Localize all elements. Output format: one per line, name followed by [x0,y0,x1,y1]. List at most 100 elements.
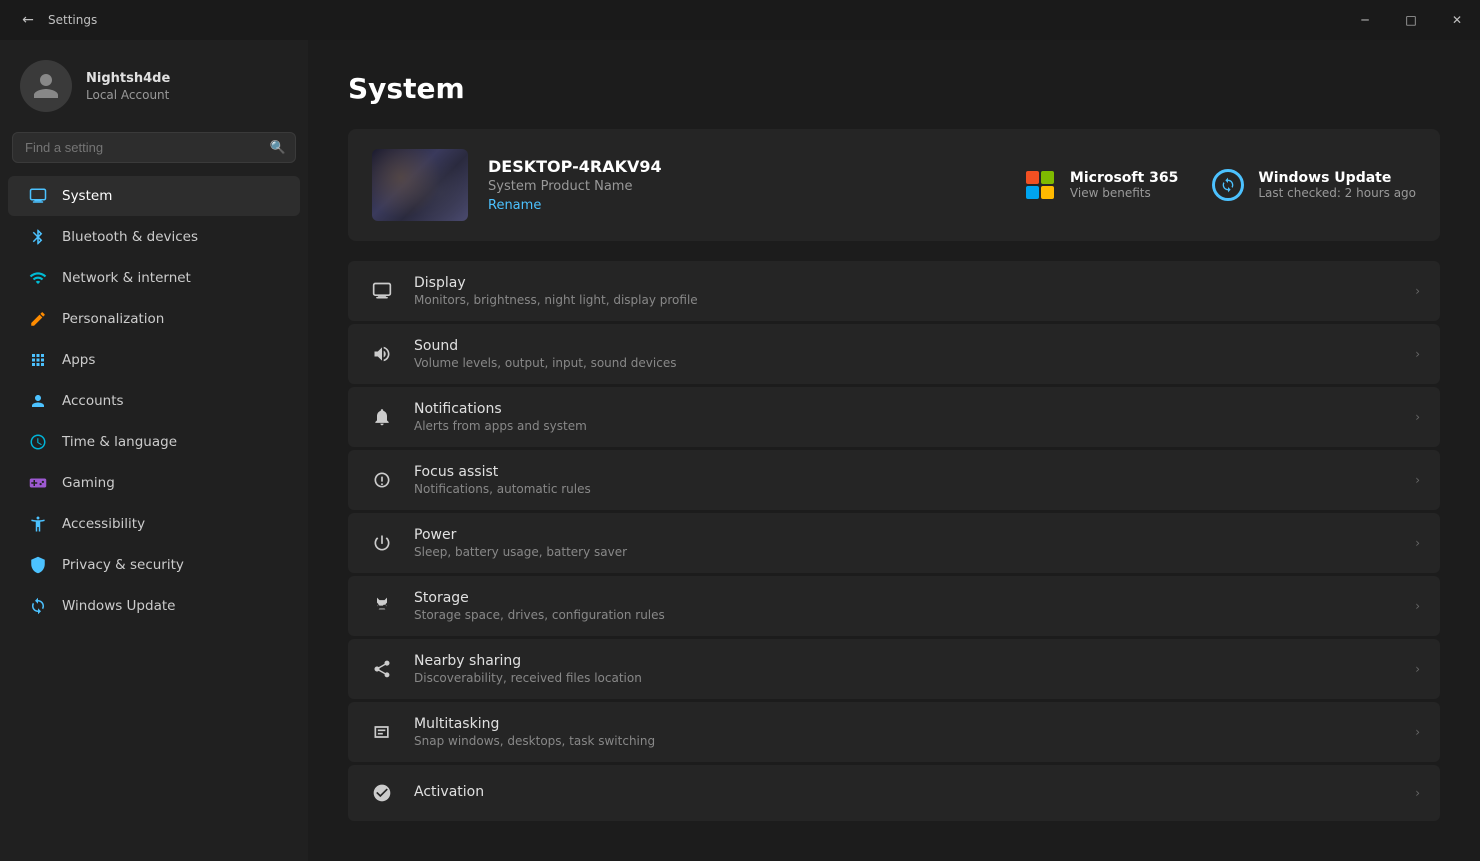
sidebar-item-update[interactable]: Windows Update [8,586,300,626]
storage-text: Storage Storage space, drives, configura… [414,590,1397,622]
display-chevron: › [1415,284,1420,298]
sidebar-item-system-label: System [62,188,112,204]
system-extras: Microsoft 365 View benefits Windows Upda… [1022,167,1416,203]
activation-chevron: › [1415,786,1420,800]
minimize-button[interactable]: ─ [1342,0,1388,40]
profile-section[interactable]: Nightsh4de Local Account [0,40,308,132]
profile-info: Nightsh4de Local Account [86,71,170,102]
windows-update-item[interactable]: Windows Update Last checked: 2 hours ago [1210,167,1416,203]
ms365-icon [1022,167,1058,203]
power-chevron: › [1415,536,1420,550]
sound-chevron: › [1415,347,1420,361]
user-icon [31,71,61,101]
sidebar-item-privacy-label: Privacy & security [62,557,184,573]
system-info: DESKTOP-4RAKV94 System Product Name Rena… [488,157,1002,213]
sidebar-item-time[interactable]: Time & language [8,422,300,462]
focus-text: Focus assist Notifications, automatic ru… [414,464,1397,496]
system-card: DESKTOP-4RAKV94 System Product Name Rena… [348,129,1440,241]
ms365-sub: View benefits [1070,186,1178,200]
display-text: Display Monitors, brightness, night ligh… [414,275,1397,307]
power-icon [368,529,396,557]
nearby-text: Nearby sharing Discoverability, received… [414,653,1397,685]
window-title: Settings [48,13,97,27]
sidebar-item-accounts[interactable]: Accounts [8,381,300,421]
close-button[interactable]: ✕ [1434,0,1480,40]
update-title: Windows Update [1258,170,1416,186]
maximize-button[interactable]: □ [1388,0,1434,40]
sidebar-item-bluetooth[interactable]: Bluetooth & devices [8,217,300,257]
sidebar-item-apps[interactable]: Apps [8,340,300,380]
settings-item-focus[interactable]: Focus assist Notifications, automatic ru… [348,450,1440,510]
power-text: Power Sleep, battery usage, battery save… [414,527,1397,559]
sidebar-item-gaming-label: Gaming [62,475,115,491]
multitasking-chevron: › [1415,725,1420,739]
settings-item-power[interactable]: Power Sleep, battery usage, battery save… [348,513,1440,573]
settings-list: Display Monitors, brightness, night ligh… [348,261,1440,821]
settings-item-sound[interactable]: Sound Volume levels, output, input, soun… [348,324,1440,384]
settings-item-display[interactable]: Display Monitors, brightness, night ligh… [348,261,1440,321]
privacy-icon [28,555,48,575]
multitasking-text: Multitasking Snap windows, desktops, tas… [414,716,1397,748]
search-input[interactable] [12,132,296,163]
sidebar-item-apps-label: Apps [62,352,95,368]
rename-link[interactable]: Rename [488,198,541,213]
settings-item-notifications[interactable]: Notifications Alerts from apps and syste… [348,387,1440,447]
notifications-text: Notifications Alerts from apps and syste… [414,401,1397,433]
activation-text: Activation [414,784,1397,802]
sound-text: Sound Volume levels, output, input, soun… [414,338,1397,370]
ms365-text: Microsoft 365 View benefits [1070,170,1178,200]
gaming-icon [28,473,48,493]
network-icon [28,268,48,288]
nearby-icon [368,655,396,683]
profile-name: Nightsh4de [86,71,170,86]
settings-item-activation[interactable]: Activation › [348,765,1440,821]
update-circle [1212,169,1244,201]
sidebar-item-personalization-label: Personalization [62,311,164,327]
update-icon [28,596,48,616]
update-sub: Last checked: 2 hours ago [1258,186,1416,200]
sidebar-item-accounts-label: Accounts [62,393,124,409]
settings-item-nearby[interactable]: Nearby sharing Discoverability, received… [348,639,1440,699]
sidebar-item-accessibility[interactable]: Accessibility [8,504,300,544]
notifications-icon [368,403,396,431]
sidebar-item-privacy[interactable]: Privacy & security [8,545,300,585]
accounts-icon [28,391,48,411]
ms365-title: Microsoft 365 [1070,170,1178,186]
sound-title: Sound [414,338,1397,354]
sound-desc: Volume levels, output, input, sound devi… [414,356,1397,370]
nearby-desc: Discoverability, received files location [414,671,1397,685]
sidebar-item-network[interactable]: Network & internet [8,258,300,298]
page-title: System [348,72,1440,105]
back-button[interactable]: ← [16,8,40,32]
settings-item-multitasking[interactable]: Multitasking Snap windows, desktops, tas… [348,702,1440,762]
accessibility-icon [28,514,48,534]
search-box: 🔍 [12,132,296,163]
storage-chevron: › [1415,599,1420,613]
app-body: Nightsh4de Local Account 🔍 System Blueto… [0,40,1480,861]
focus-title: Focus assist [414,464,1397,480]
sidebar-item-update-label: Windows Update [62,598,175,614]
display-icon [368,277,396,305]
titlebar: ← Settings ─ □ ✕ [0,0,1480,40]
windows-update-icon [1210,167,1246,203]
profile-account-type: Local Account [86,88,170,102]
notifications-desc: Alerts from apps and system [414,419,1397,433]
sidebar-item-system[interactable]: System [8,176,300,216]
update-text: Windows Update Last checked: 2 hours ago [1258,170,1416,200]
sidebar: Nightsh4de Local Account 🔍 System Blueto… [0,40,308,861]
nearby-chevron: › [1415,662,1420,676]
sidebar-item-personalization[interactable]: Personalization [8,299,300,339]
multitasking-icon [368,718,396,746]
multitasking-title: Multitasking [414,716,1397,732]
sidebar-item-accessibility-label: Accessibility [62,516,145,532]
focus-icon [368,466,396,494]
system-icon [28,186,48,206]
avatar [20,60,72,112]
ms365-item[interactable]: Microsoft 365 View benefits [1022,167,1178,203]
settings-item-storage[interactable]: Storage Storage space, drives, configura… [348,576,1440,636]
notifications-title: Notifications [414,401,1397,417]
time-icon [28,432,48,452]
sidebar-item-gaming[interactable]: Gaming [8,463,300,503]
search-icon: 🔍 [270,140,286,155]
apps-icon [28,350,48,370]
